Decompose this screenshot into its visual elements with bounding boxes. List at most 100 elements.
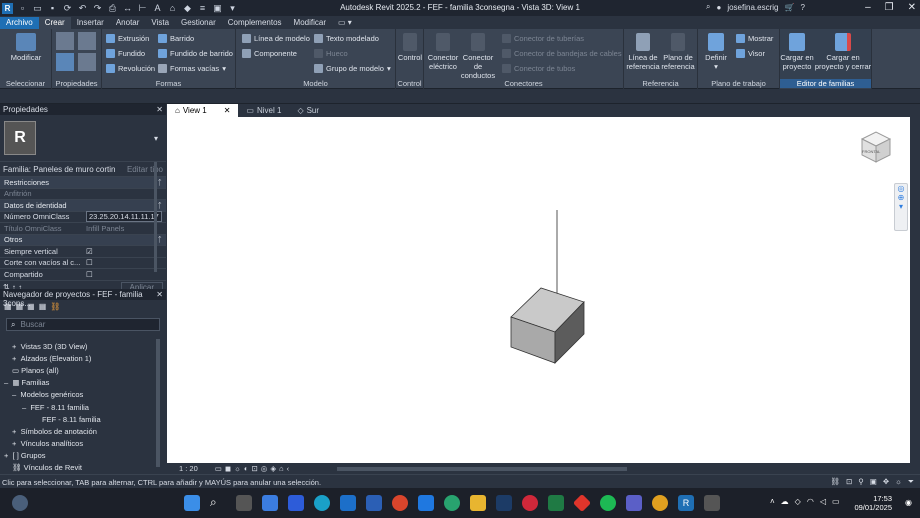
tab-crear[interactable]: Crear bbox=[38, 17, 71, 29]
dropbox-icon[interactable] bbox=[418, 495, 434, 511]
conector-electrico-button[interactable]: Conector eléctrico bbox=[426, 33, 460, 71]
detail-level-icon[interactable]: ▭ bbox=[215, 464, 222, 473]
family-type-label[interactable]: Familia: Paneles de muro cortin bbox=[3, 165, 116, 174]
measure-icon[interactable]: ↔ bbox=[122, 3, 133, 14]
scale-selector[interactable]: 1 : 20 bbox=[179, 464, 198, 473]
chrome-icon[interactable] bbox=[652, 495, 668, 511]
user-icon[interactable]: ● bbox=[716, 3, 721, 12]
powerpoint-icon[interactable] bbox=[392, 495, 408, 511]
tree-item-vinculos-revit[interactable]: ⛓ Vínculos de Revit bbox=[0, 462, 166, 474]
help-icon[interactable]: ? bbox=[800, 3, 804, 12]
steering-wheel-icon[interactable]: ◎ bbox=[895, 184, 907, 193]
section-restricciones[interactable]: Restricciones ᛏ bbox=[0, 177, 166, 189]
linea-referencia-button[interactable]: Línea de referencia bbox=[626, 33, 660, 71]
sync-icon[interactable]: ⟳ bbox=[62, 3, 73, 14]
fundido-barrido-button[interactable]: Fundido de barrido bbox=[158, 49, 233, 58]
tab-gestionar[interactable]: Gestionar bbox=[175, 17, 222, 29]
cart-icon[interactable]: 🛒 bbox=[784, 3, 794, 12]
browser-search[interactable]: ⌕ Buscar bbox=[6, 318, 160, 331]
weather-icon[interactable] bbox=[12, 495, 28, 511]
tree-item-fef-family[interactable]: – FEF - 8.11 familia bbox=[0, 401, 166, 413]
grupo-modelo-button[interactable]: Grupo de modelo ▾ bbox=[314, 64, 391, 73]
open-folder-icon[interactable]: ▭ bbox=[32, 3, 43, 14]
properties-icon[interactable] bbox=[56, 53, 74, 71]
compartido-checkbox[interactable]: ☐ bbox=[86, 270, 162, 279]
spotify-icon[interactable] bbox=[600, 495, 616, 511]
tree-item-simbolos[interactable]: + Símbolos de anotación bbox=[0, 425, 166, 437]
undo-icon[interactable]: ↶ bbox=[77, 3, 88, 14]
select-face-icon[interactable]: ▣ bbox=[870, 477, 877, 487]
tab-nivel1[interactable]: ▭ Nivel 1 bbox=[238, 104, 289, 117]
fundido-button[interactable]: Fundido bbox=[106, 49, 145, 58]
componente-button[interactable]: Componente bbox=[242, 49, 297, 58]
conector-bandejas-button[interactable]: Conector de bandejas de cables bbox=[502, 49, 622, 58]
background-processes-icon[interactable]: ☼ bbox=[895, 477, 902, 487]
panel-label-seleccionar[interactable]: Seleccionar bbox=[0, 79, 51, 88]
browser-icon[interactable]: ▦ bbox=[27, 302, 35, 312]
modificar-button[interactable]: Modificar bbox=[6, 33, 46, 62]
tab-archivo[interactable]: Archivo bbox=[0, 17, 39, 29]
revit-logo-icon[interactable]: R bbox=[2, 2, 13, 14]
tab-complementos[interactable]: Complementos bbox=[222, 17, 288, 29]
tree-item-vistas3d[interactable]: + Vistas 3D (3D View) bbox=[0, 340, 166, 352]
minimize-button[interactable]: – bbox=[865, 2, 871, 13]
close-button[interactable]: ✕ bbox=[908, 2, 916, 13]
family-types-icon[interactable] bbox=[78, 32, 96, 50]
viewport-vscroll[interactable] bbox=[910, 117, 920, 463]
close-icon[interactable]: ✕ bbox=[156, 290, 163, 299]
definir-button[interactable]: Definir ▾ bbox=[700, 33, 732, 71]
new-file-icon[interactable]: ▫ bbox=[17, 3, 28, 14]
photoshop-icon[interactable] bbox=[496, 495, 512, 511]
word-icon[interactable] bbox=[366, 495, 382, 511]
visual-style-icon[interactable]: ◼ bbox=[225, 464, 231, 473]
text-icon[interactable]: A bbox=[152, 3, 163, 14]
browser-icon[interactable]: ▦ bbox=[39, 302, 47, 312]
properties-scrollbar[interactable] bbox=[154, 162, 157, 272]
conector-conductos-button[interactable]: Conector de conductos bbox=[460, 33, 496, 80]
section-otros[interactable]: Otros ᛏ bbox=[0, 234, 166, 246]
teams-icon[interactable] bbox=[626, 495, 642, 511]
formas-vacias-button[interactable]: Formas vacías ▾ bbox=[158, 64, 226, 73]
file-explorer-icon[interactable] bbox=[470, 495, 486, 511]
corte-vacios-checkbox[interactable]: ☐ bbox=[86, 258, 162, 267]
edit-type-button[interactable]: Editar tipo bbox=[127, 165, 163, 174]
tree-item-planos[interactable]: ▭ Planos (all) bbox=[0, 364, 166, 376]
collapse-icon[interactable]: ᛏ bbox=[158, 201, 163, 210]
excel-icon[interactable] bbox=[548, 495, 564, 511]
print-icon[interactable]: ⎙ bbox=[107, 3, 118, 14]
outlook-icon[interactable] bbox=[340, 495, 356, 511]
battery-icon[interactable]: ▭ bbox=[832, 497, 840, 506]
temporary-hide-icon[interactable]: ◎ bbox=[261, 464, 268, 473]
restore-button[interactable]: ❐ bbox=[885, 2, 894, 13]
autocad-icon[interactable] bbox=[572, 493, 592, 513]
widgets-icon[interactable] bbox=[262, 495, 278, 511]
crop-view-icon[interactable]: ⊡ bbox=[252, 464, 258, 473]
viewcube[interactable]: FRONTAL bbox=[858, 129, 894, 165]
viewport-hscroll[interactable] bbox=[337, 467, 627, 471]
filter-icon[interactable]: ⏷ bbox=[908, 477, 914, 487]
texto-modelado-button[interactable]: Texto modelado bbox=[314, 34, 379, 43]
family-category-icon[interactable] bbox=[56, 32, 74, 50]
cargar-cerrar-button[interactable]: Cargar en proyecto y cerrar bbox=[814, 33, 872, 71]
tree-item-alzados[interactable]: + Alzados (Elevation 1) bbox=[0, 352, 166, 364]
collapse-icon[interactable]: ᛏ bbox=[158, 235, 163, 244]
visor-button[interactable]: Visor bbox=[736, 49, 765, 58]
select-underlay-icon[interactable]: ⊡ bbox=[846, 477, 852, 487]
cargar-proyecto-button[interactable]: Cargar en proyecto bbox=[780, 33, 814, 71]
dropbox-tray-icon[interactable]: ◇ bbox=[795, 497, 801, 506]
pinterest-icon[interactable] bbox=[522, 495, 538, 511]
save-icon[interactable]: ▪ bbox=[47, 3, 58, 14]
linea-modelo-button[interactable]: Línea de modelo bbox=[242, 34, 310, 43]
search-icon[interactable]: ⌕ bbox=[210, 495, 226, 511]
close-icon[interactable]: ✕ bbox=[224, 106, 231, 115]
revit-taskbar-icon[interactable]: R bbox=[678, 495, 694, 511]
snipping-icon[interactable] bbox=[704, 495, 720, 511]
whatsapp-icon[interactable] bbox=[444, 495, 460, 511]
close-icon[interactable]: ✕ bbox=[156, 105, 163, 114]
select-links-icon[interactable]: ⛓ bbox=[830, 477, 840, 487]
browser-scrollbar[interactable] bbox=[156, 339, 160, 467]
conector-tuberias-button[interactable]: Conector de tuberías bbox=[502, 34, 584, 43]
tab-vista[interactable]: Vista bbox=[145, 17, 175, 29]
section-datos[interactable]: Datos de identidad ᛏ bbox=[0, 200, 166, 212]
start-icon[interactable] bbox=[184, 495, 200, 511]
